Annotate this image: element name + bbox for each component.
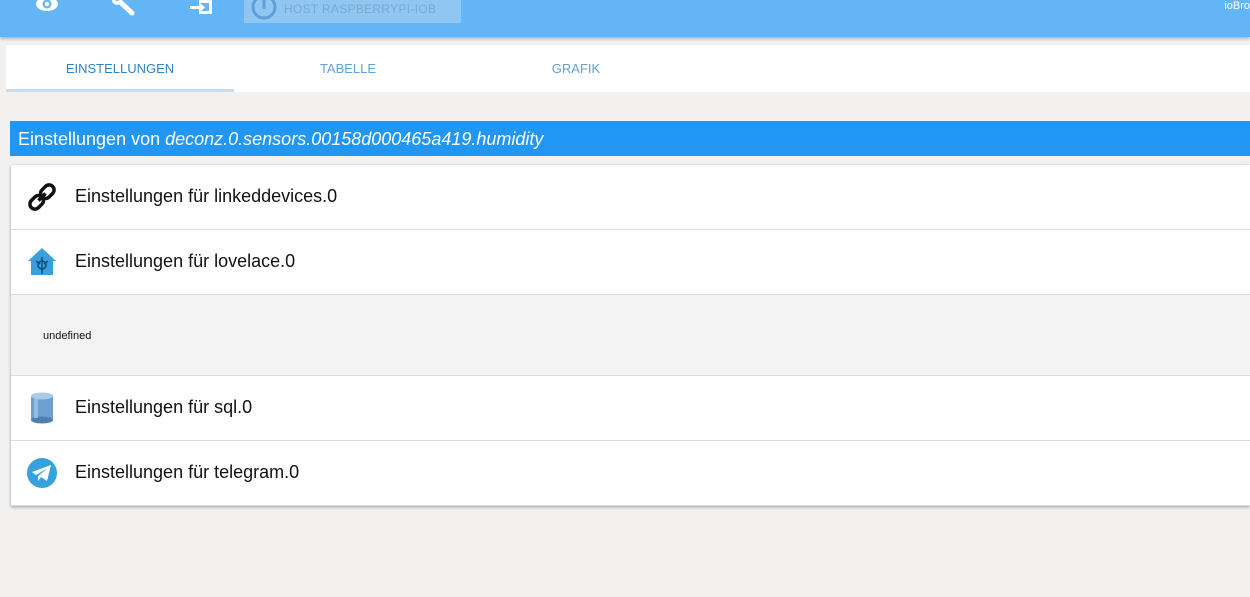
home-assistant-icon (25, 245, 59, 279)
power-icon (250, 0, 278, 22)
adapter-row-sql[interactable]: Einstellungen für sql.0 (11, 376, 1250, 441)
adapter-row-lovelace[interactable]: Einstellungen für lovelace.0 (11, 230, 1250, 295)
adapter-label: Einstellungen für lovelace.0 (75, 251, 296, 271)
adapter-label: Einstellungen für telegram.0 (75, 462, 300, 482)
brand-label: ioBro (1224, 0, 1250, 12)
adapter-row-linkeddevices[interactable]: Einstellungen für linkeddevices.0 (11, 165, 1250, 230)
active-tab-indicator (6, 89, 234, 92)
tab-bar: EINSTELLUNGEN TABELLE GRAFIK (6, 45, 1250, 92)
wrench-icon[interactable] (108, 0, 142, 18)
telegram-icon (25, 456, 59, 490)
undefined-text: undefined (43, 330, 92, 342)
tab-einstellungen[interactable]: EINSTELLUNGEN (6, 45, 234, 92)
logout-icon[interactable] (185, 0, 219, 18)
database-icon (25, 391, 59, 425)
host-button[interactable]: HOST RASPBERRYPI-IOB (244, 0, 461, 23)
undefined-row: undefined (11, 295, 1250, 376)
adapter-row-telegram[interactable]: Einstellungen für telegram.0 (11, 441, 1250, 506)
header-object-id: deconz.0.sensors.00158d000465a419.humidi… (165, 129, 544, 149)
header-prefix: Einstellungen von (18, 129, 166, 149)
tab-grafik[interactable]: GRAFIK (462, 45, 690, 92)
chain-link-icon (25, 180, 59, 214)
adapter-label: Einstellungen für linkeddevices.0 (75, 186, 338, 206)
adapter-settings-panel: Einstellungen für linkeddevices.0 Einste… (11, 165, 1250, 506)
top-toolbar: HOST RASPBERRYPI-IOB ioBro (0, 0, 1250, 37)
eye-icon[interactable] (31, 0, 65, 18)
host-label: HOST RASPBERRYPI-IOB (284, 2, 437, 16)
tab-tabelle[interactable]: TABELLE (234, 45, 462, 92)
adapter-label: Einstellungen für sql.0 (75, 397, 253, 417)
settings-header: Einstellungen von deconz.0.sensors.00158… (10, 121, 1250, 156)
